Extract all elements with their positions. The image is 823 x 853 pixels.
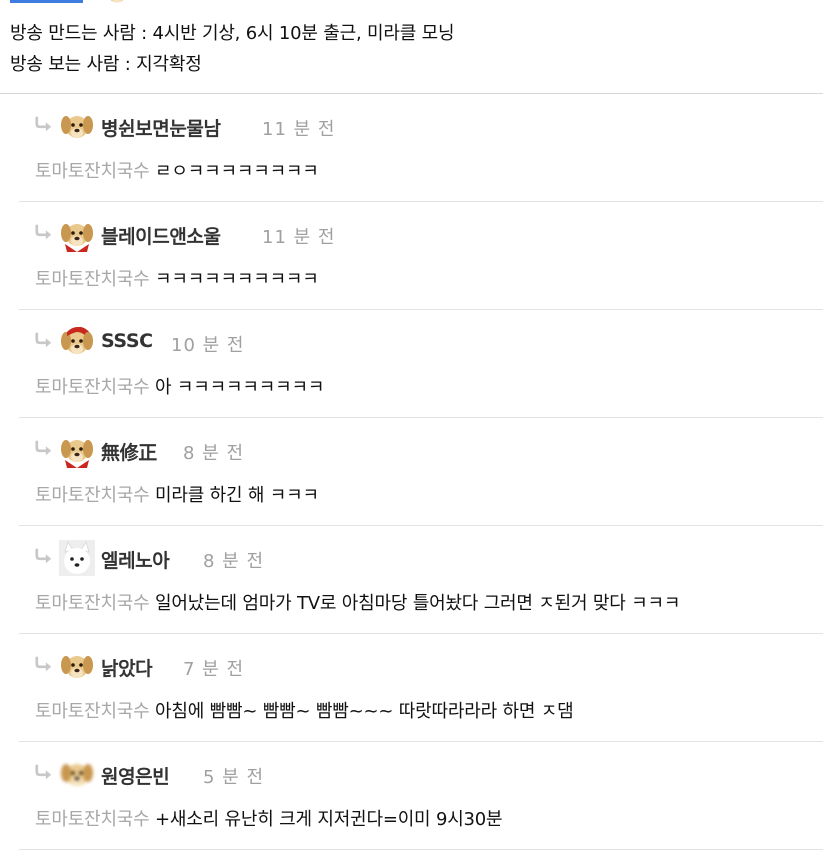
reply-arrow-icon bbox=[35, 332, 53, 349]
blurred-puppy-icon[interactable] bbox=[59, 756, 95, 792]
reply-time: 8 분 전 bbox=[203, 551, 265, 572]
reply-comment: 토마토잔치국수 +새소리 유난히 크게 지저귄다=이미 9시30분 bbox=[35, 805, 503, 831]
reply-arrow-icon bbox=[35, 656, 53, 673]
reply-item: 無修正 8 분 전 토마토잔치국수 미라클 하긴 해 ㅋㅋㅋ bbox=[19, 418, 823, 526]
reply-item: 원영은빈 5 분 전 토마토잔치국수 +새소리 유난히 크게 지저귄다=이미 9… bbox=[19, 742, 823, 850]
reply-mention[interactable]: 토마토잔치국수 bbox=[35, 269, 150, 290]
white-dog-icon[interactable] bbox=[59, 540, 95, 576]
reply-item: 낡았다 7 분 전 토마토잔치국수 아침에 빰빰~ 빰빰~ 빰빰~~~ 따랏따라… bbox=[19, 634, 823, 742]
reply-arrow-icon bbox=[35, 764, 53, 781]
puppy-icon[interactable] bbox=[59, 108, 95, 144]
reply-arrow-icon bbox=[35, 116, 53, 133]
reply-nickname[interactable]: SSSC bbox=[101, 330, 153, 352]
reply-comment: 토마토잔치국수 ㅋㅋㅋㅋㅋㅋㅋㅋㅋㅋ bbox=[35, 265, 319, 291]
puppy-icon[interactable] bbox=[59, 648, 95, 684]
post-text-line-1: 방송 만드는 사람 : 4시반 기상, 6시 10분 출근, 미라클 모닝 bbox=[10, 23, 455, 44]
reply-text: +새소리 유난히 크게 지저귄다=이미 9시30분 bbox=[149, 809, 503, 830]
post-text-line-2: 방송 보는 사람 : 지각확정 bbox=[10, 54, 202, 75]
reply-mention[interactable]: 토마토잔치국수 bbox=[35, 809, 150, 830]
reply-arrow-icon bbox=[35, 548, 53, 565]
reply-mention[interactable]: 토마토잔치국수 bbox=[35, 485, 150, 506]
reply-nickname[interactable]: 無修正 bbox=[101, 438, 157, 465]
reply-nickname[interactable]: 원영은빈 bbox=[101, 762, 170, 789]
reply-text: 일어났는데 엄마가 TV로 아침마당 틀어놨다 그러면 ㅈ된거 맞다 ㅋㅋㅋ bbox=[149, 593, 681, 614]
reply-time: 11 분 전 bbox=[262, 227, 336, 248]
puppy-red-cape-icon[interactable] bbox=[59, 432, 95, 468]
reply-nickname[interactable]: 엘레노아 bbox=[101, 546, 170, 573]
reply-mention[interactable]: 토마토잔치국수 bbox=[35, 377, 150, 398]
reply-time: 5 분 전 bbox=[203, 767, 265, 788]
reply-item: 엘레노아 8 분 전 토마토잔치국수 일어났는데 엄마가 TV로 아침마당 틀어… bbox=[19, 526, 823, 634]
reply-comment: 토마토잔치국수 미라클 하긴 해 ㅋㅋㅋ bbox=[35, 481, 319, 507]
reply-nickname[interactable]: 블레이드앤소울 bbox=[101, 222, 221, 249]
reply-nickname[interactable]: 낡았다 bbox=[101, 654, 153, 681]
puppy-red-hood-icon[interactable] bbox=[59, 324, 95, 360]
reply-comment: 토마토잔치국수 일어났는데 엄마가 TV로 아침마당 틀어놨다 그러면 ㅈ된거 … bbox=[35, 589, 680, 615]
reply-item: 블레이드앤소울 11 분 전 토마토잔치국수 ㅋㅋㅋㅋㅋㅋㅋㅋㅋㅋ bbox=[19, 202, 823, 310]
puppy-icon bbox=[100, 0, 134, 6]
reply-comment: 토마토잔치국수 아침에 빰빰~ 빰빰~ 빰빰~~~ 따랏따라라라 하면 ㅈ댐 bbox=[35, 697, 574, 723]
reply-text: ㄹㅇㅋㅋㅋㅋㅋㅋㅋㅋ bbox=[149, 161, 319, 182]
reply-mention[interactable]: 토마토잔치국수 bbox=[35, 593, 150, 614]
reply-arrow-icon bbox=[35, 224, 53, 241]
reply-text: 아침에 빰빰~ 빰빰~ 빰빰~~~ 따랏따라라라 하면 ㅈ댐 bbox=[149, 701, 574, 722]
reply-time: 11 분 전 bbox=[262, 119, 336, 140]
reply-comment: 토마토잔치국수 ㄹㅇㅋㅋㅋㅋㅋㅋㅋㅋ bbox=[35, 157, 319, 183]
reply-arrow-icon bbox=[35, 440, 53, 457]
reply-comment: 토마토잔치국수 아 ㅋㅋㅋㅋㅋㅋㅋㅋㅋ bbox=[35, 373, 324, 399]
reply-item: SSSC 10 분 전 토마토잔치국수 아 ㅋㅋㅋㅋㅋㅋㅋㅋㅋ bbox=[19, 310, 823, 418]
reply-time: 7 분 전 bbox=[183, 659, 245, 680]
reply-list: 병쉰보면눈물남 11 분 전 토마토잔치국수 ㄹㅇㅋㅋㅋㅋㅋㅋㅋㅋ 블레이드앤소… bbox=[19, 94, 823, 850]
reply-time: 8 분 전 bbox=[183, 443, 245, 464]
reply-text: 아 ㅋㅋㅋㅋㅋㅋㅋㅋㅋ bbox=[149, 377, 325, 398]
reply-mention[interactable]: 토마토잔치국수 bbox=[35, 701, 150, 722]
reply-time: 10 분 전 bbox=[171, 335, 245, 356]
puppy-red-cape-icon[interactable] bbox=[59, 216, 95, 252]
reply-text: ㅋㅋㅋㅋㅋㅋㅋㅋㅋㅋ bbox=[149, 269, 319, 290]
reply-mention[interactable]: 토마토잔치국수 bbox=[35, 161, 150, 182]
reply-item: 병쉰보면눈물남 11 분 전 토마토잔치국수 ㄹㅇㅋㅋㅋㅋㅋㅋㅋㅋ bbox=[19, 94, 823, 202]
tab-underline bbox=[10, 0, 83, 3]
reply-nickname[interactable]: 병쉰보면눈물남 bbox=[101, 114, 221, 141]
reply-text: 미라클 하긴 해 ㅋㅋㅋ bbox=[149, 485, 319, 506]
